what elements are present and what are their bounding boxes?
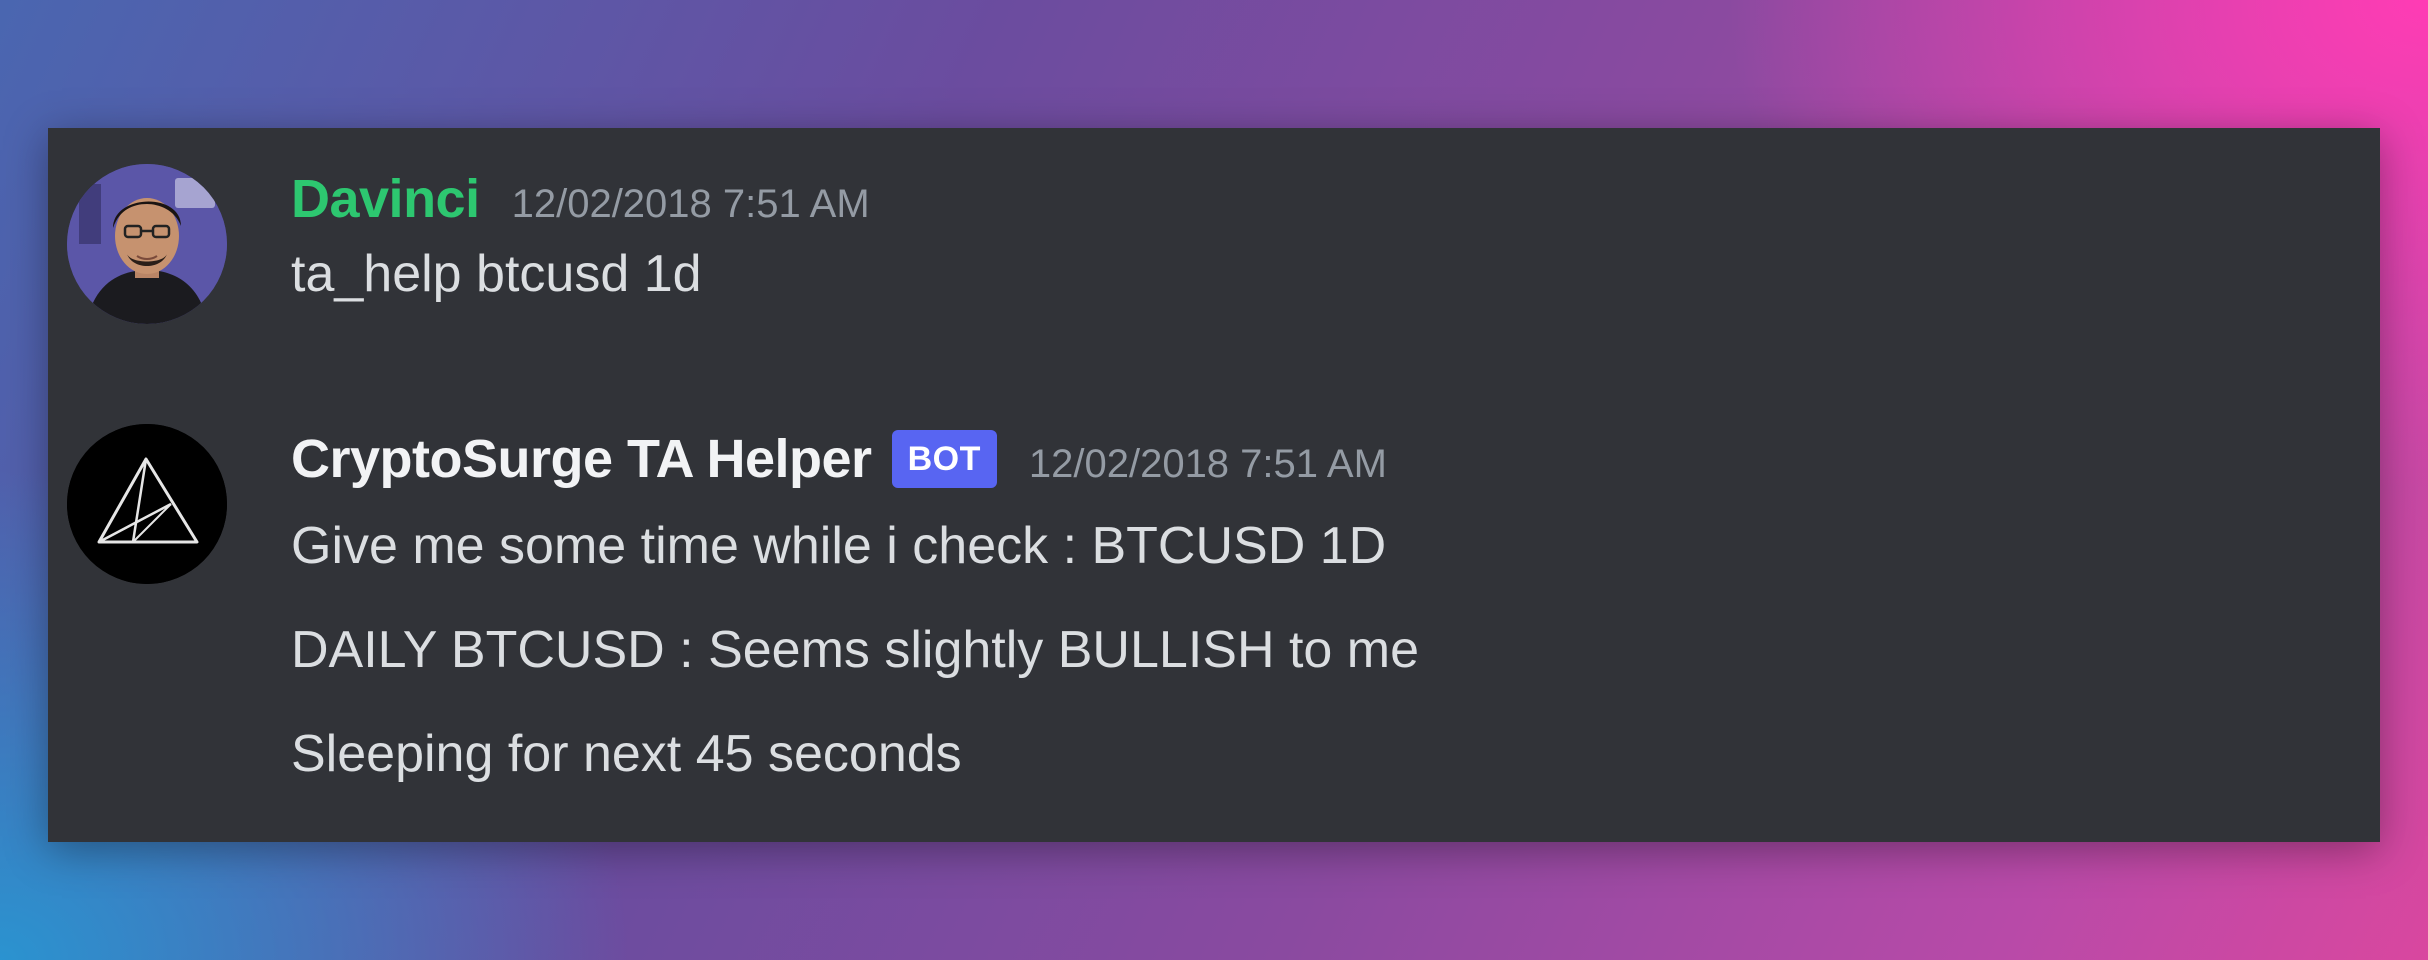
username[interactable]: Davinci (291, 168, 480, 230)
message-text: ta_help btcusd 1d (291, 245, 702, 303)
chat-panel: Davinci 12/02/2018 7:51 AM ta_help btcus… (48, 128, 2380, 842)
message-text: Give me some time while i check : BTCUSD… (291, 517, 1387, 575)
message-header: CryptoSurge TA Helper BOT 12/02/2018 7:5… (291, 424, 2360, 494)
avatar[interactable] (67, 164, 227, 324)
message-text: Sleeping for next 45 seconds (291, 725, 962, 783)
username[interactable]: CryptoSurge TA Helper (291, 428, 872, 490)
bot-badge: BOT (891, 430, 997, 488)
message-text: DAILY BTCUSD : Seems slightly BULLISH to… (291, 621, 1420, 679)
timestamp[interactable]: 12/02/2018 7:51 AM (1029, 442, 1387, 487)
user-photo-icon (67, 164, 227, 324)
message-content: Davinci 12/02/2018 7:51 AM ta_help btcus… (291, 164, 2360, 322)
triangle-logo-icon (67, 424, 227, 584)
message-header: Davinci 12/02/2018 7:51 AM (291, 164, 2360, 234)
avatar[interactable] (67, 424, 227, 584)
message-content: CryptoSurge TA Helper BOT 12/02/2018 7:5… (291, 424, 2360, 806)
timestamp[interactable]: 12/02/2018 7:51 AM (512, 182, 870, 227)
